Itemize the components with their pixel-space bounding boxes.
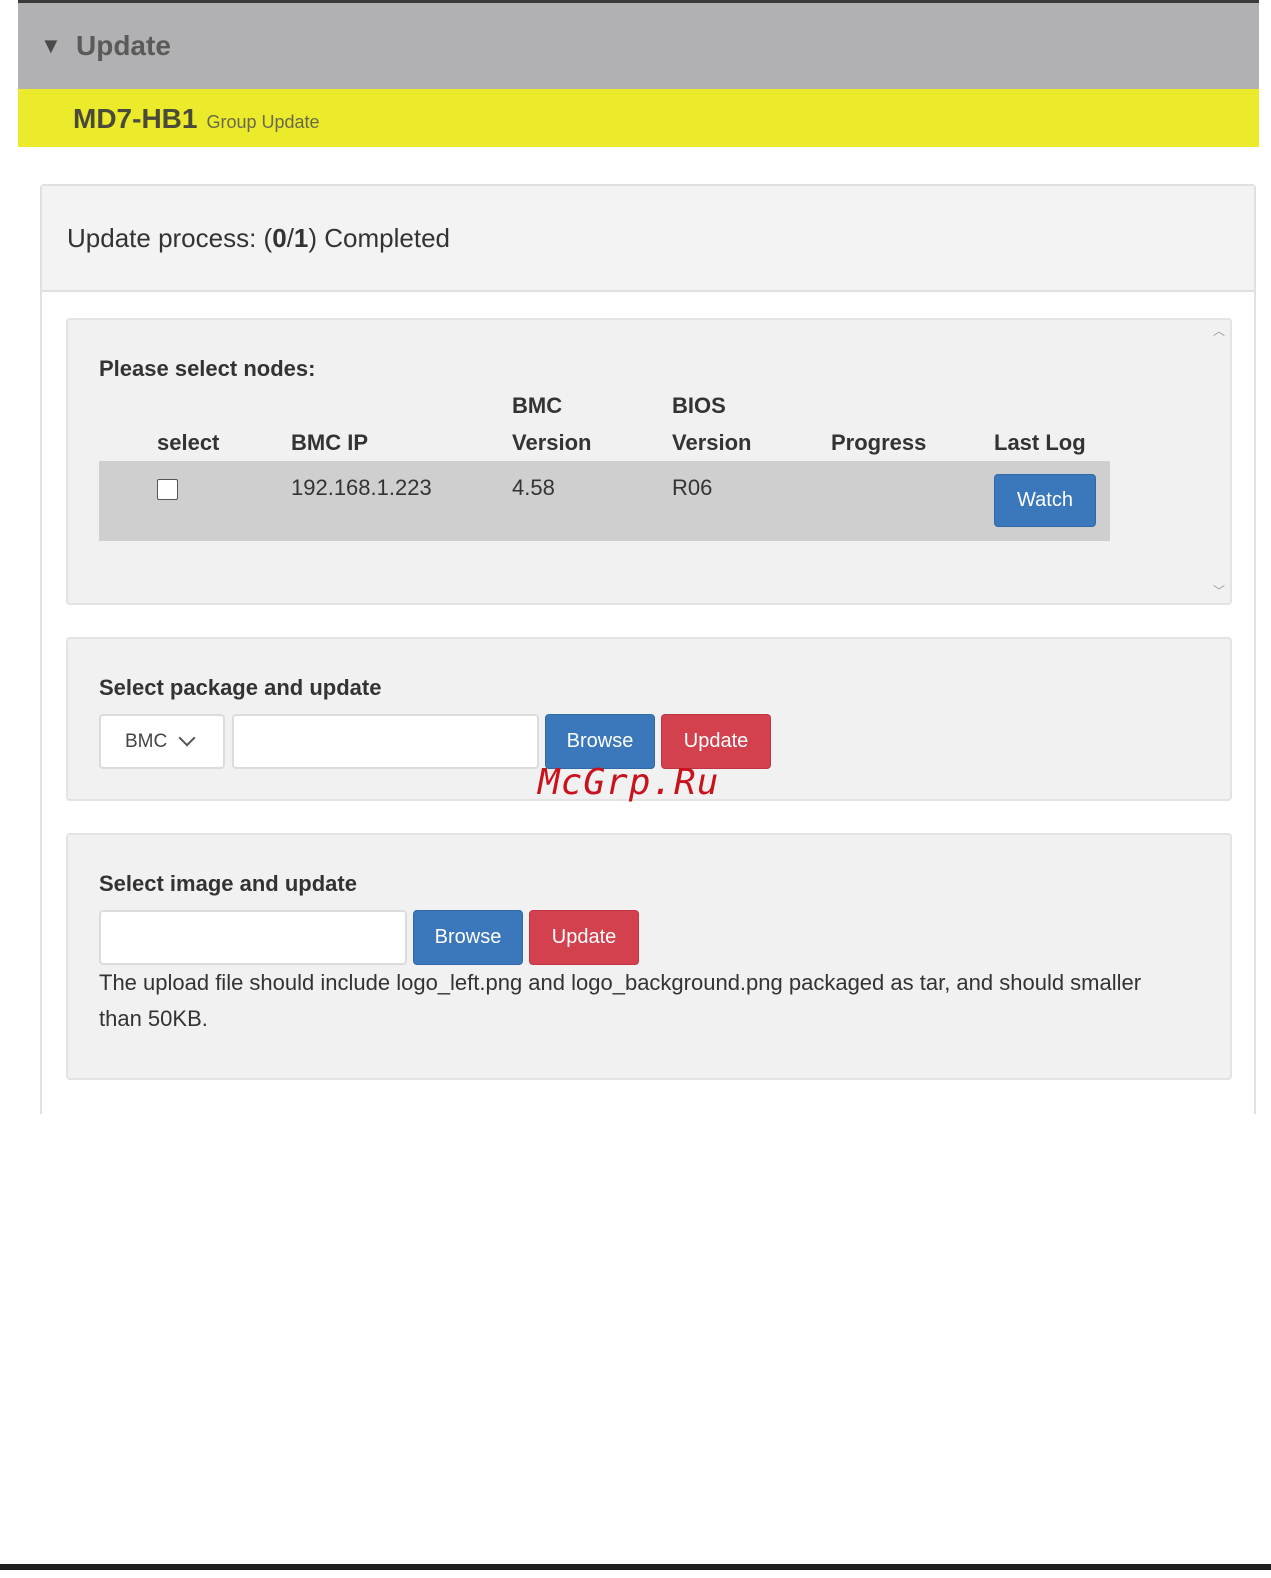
package-type-value: BMC — [125, 730, 168, 752]
group-name: MD7-HB1 — [73, 103, 198, 134]
nodes-title: Please select nodes: — [99, 356, 316, 381]
bios-version-cell: R06 — [672, 475, 713, 500]
image-browse-button[interactable]: Browse — [413, 910, 523, 965]
status-total: 1 — [293, 222, 309, 253]
node-select-checkbox[interactable] — [157, 479, 178, 500]
col-bmc-version-1: BMC — [512, 393, 563, 418]
nodes-well: Please select nodes: select BMC IP BMC V… — [66, 318, 1232, 605]
table-row: 192.168.1.223 4.58 R06 Watch — [99, 461, 1110, 541]
image-file-input[interactable] — [99, 910, 407, 965]
update-panel: Update process: (0 / 1) Completed Please… — [40, 184, 1256, 1114]
col-bmc-ip: BMC IP — [291, 430, 368, 455]
col-bios-version-1: BIOS — [672, 393, 726, 418]
status-done: 0 — [272, 222, 287, 253]
watermark: McGrp.Ru — [538, 762, 720, 803]
col-select: select — [157, 430, 220, 455]
chevron-down-icon — [178, 729, 196, 746]
status-label: Update process: ( — [67, 222, 273, 253]
scroll-up-icon[interactable]: ︿ — [1213, 322, 1225, 339]
image-update-button[interactable]: Update — [529, 910, 639, 965]
update-process-status: Update process: (0 / 1) Completed — [42, 186, 1254, 292]
package-type-select[interactable]: BMC — [99, 714, 225, 769]
update-section-header[interactable]: ▼ Update — [18, 3, 1259, 89]
status-suffix: ) Completed — [308, 222, 451, 253]
bottom-rule — [0, 1564, 1271, 1570]
package-title: Select package and update — [99, 675, 382, 700]
watch-log-button[interactable]: Watch — [994, 474, 1096, 527]
image-title: Select image and update — [99, 871, 357, 896]
col-progress: Progress — [831, 430, 927, 455]
package-browse-button[interactable]: Browse — [545, 714, 655, 769]
bmc-ip-cell: 192.168.1.223 — [291, 475, 432, 500]
scroll-down-icon[interactable]: ﹀ — [1213, 582, 1225, 599]
group-subtitle: Group Update — [206, 112, 320, 132]
nodes-scrollbar[interactable]: ︿ ﹀ — [1210, 320, 1230, 603]
image-well: Select image and update Browse Update Th… — [66, 833, 1232, 1080]
col-bmc-version-2: Version — [512, 430, 592, 455]
group-bar: MD7-HB1 Group Update — [18, 89, 1259, 147]
status-separator: / — [286, 222, 294, 253]
package-update-button[interactable]: Update — [661, 714, 771, 769]
col-last-log: Last Log — [994, 430, 1086, 455]
image-help-text: The upload file should include logo_left… — [99, 970, 1142, 1031]
section-title: Update — [76, 30, 171, 61]
col-bios-version-2: Version — [672, 430, 752, 455]
collapse-caret-icon[interactable]: ▼ — [40, 33, 76, 59]
bmc-version-cell: 4.58 — [512, 475, 555, 500]
package-file-input[interactable] — [232, 714, 539, 769]
